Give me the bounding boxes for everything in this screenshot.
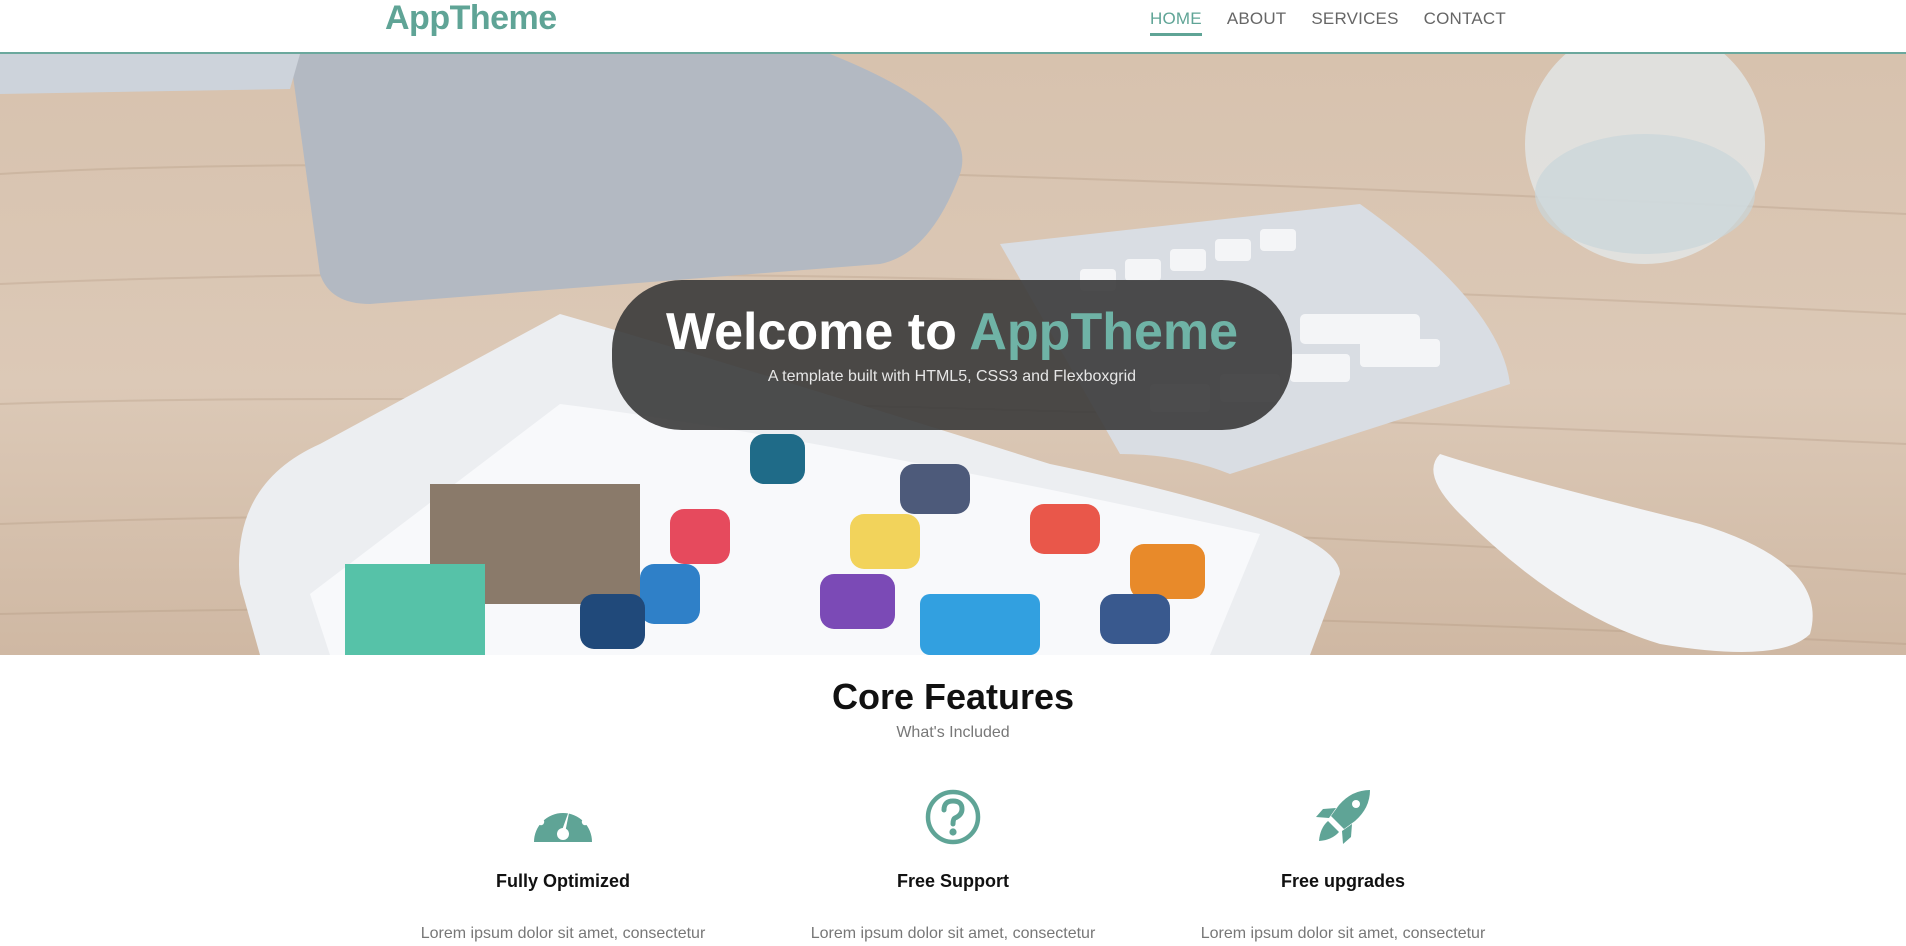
feature-text: Lorem ipsum dolor sit amet, consectetur xyxy=(420,925,706,942)
feature-text: Lorem ipsum dolor sit amet, consectetur xyxy=(810,925,1096,942)
main-nav: HOME ABOUT SERVICES CONTACT xyxy=(1150,8,1506,36)
nav-services[interactable]: SERVICES xyxy=(1311,8,1398,36)
hero-title-prefix: Welcome to xyxy=(665,303,970,361)
site-logo[interactable]: AppTheme xyxy=(385,0,557,36)
feature-card-upgrades: Free upgrades Lorem ipsum dolor sit amet… xyxy=(1148,788,1538,943)
nav-contact[interactable]: CONTACT xyxy=(1424,8,1506,36)
nav-about[interactable]: ABOUT xyxy=(1227,8,1287,36)
feature-title: Free Support xyxy=(896,871,1009,891)
features-title: Core Features xyxy=(831,676,1075,717)
feature-card-support: Free Support Lorem ipsum dolor sit amet,… xyxy=(758,788,1148,943)
feature-text: Lorem ipsum dolor sit amet, consectetur xyxy=(1200,925,1486,942)
nav-home[interactable]: HOME xyxy=(1150,8,1202,36)
hero-subtitle: A template built with HTML5, CSS3 and Fl… xyxy=(767,368,1137,385)
question-circle-icon xyxy=(925,789,981,845)
feature-title: Fully Optimized xyxy=(495,871,630,891)
dashboard-icon xyxy=(534,796,592,842)
hero-title-accent: AppTheme xyxy=(969,303,1239,361)
hero-title: Welcome to AppTheme xyxy=(612,302,1292,362)
feature-title: Free upgrades xyxy=(1280,871,1406,891)
hero-banner: Welcome to AppTheme A template built wit… xyxy=(612,280,1292,430)
hero-section: Welcome to AppTheme A template built wit… xyxy=(0,54,1906,655)
rocket-icon xyxy=(1316,790,1370,844)
site-header: AppTheme HOME ABOUT SERVICES CONTACT xyxy=(0,0,1906,54)
feature-card-optimized: Fully Optimized Lorem ipsum dolor sit am… xyxy=(368,788,758,943)
features-subtitle: What's Included xyxy=(896,724,1010,741)
